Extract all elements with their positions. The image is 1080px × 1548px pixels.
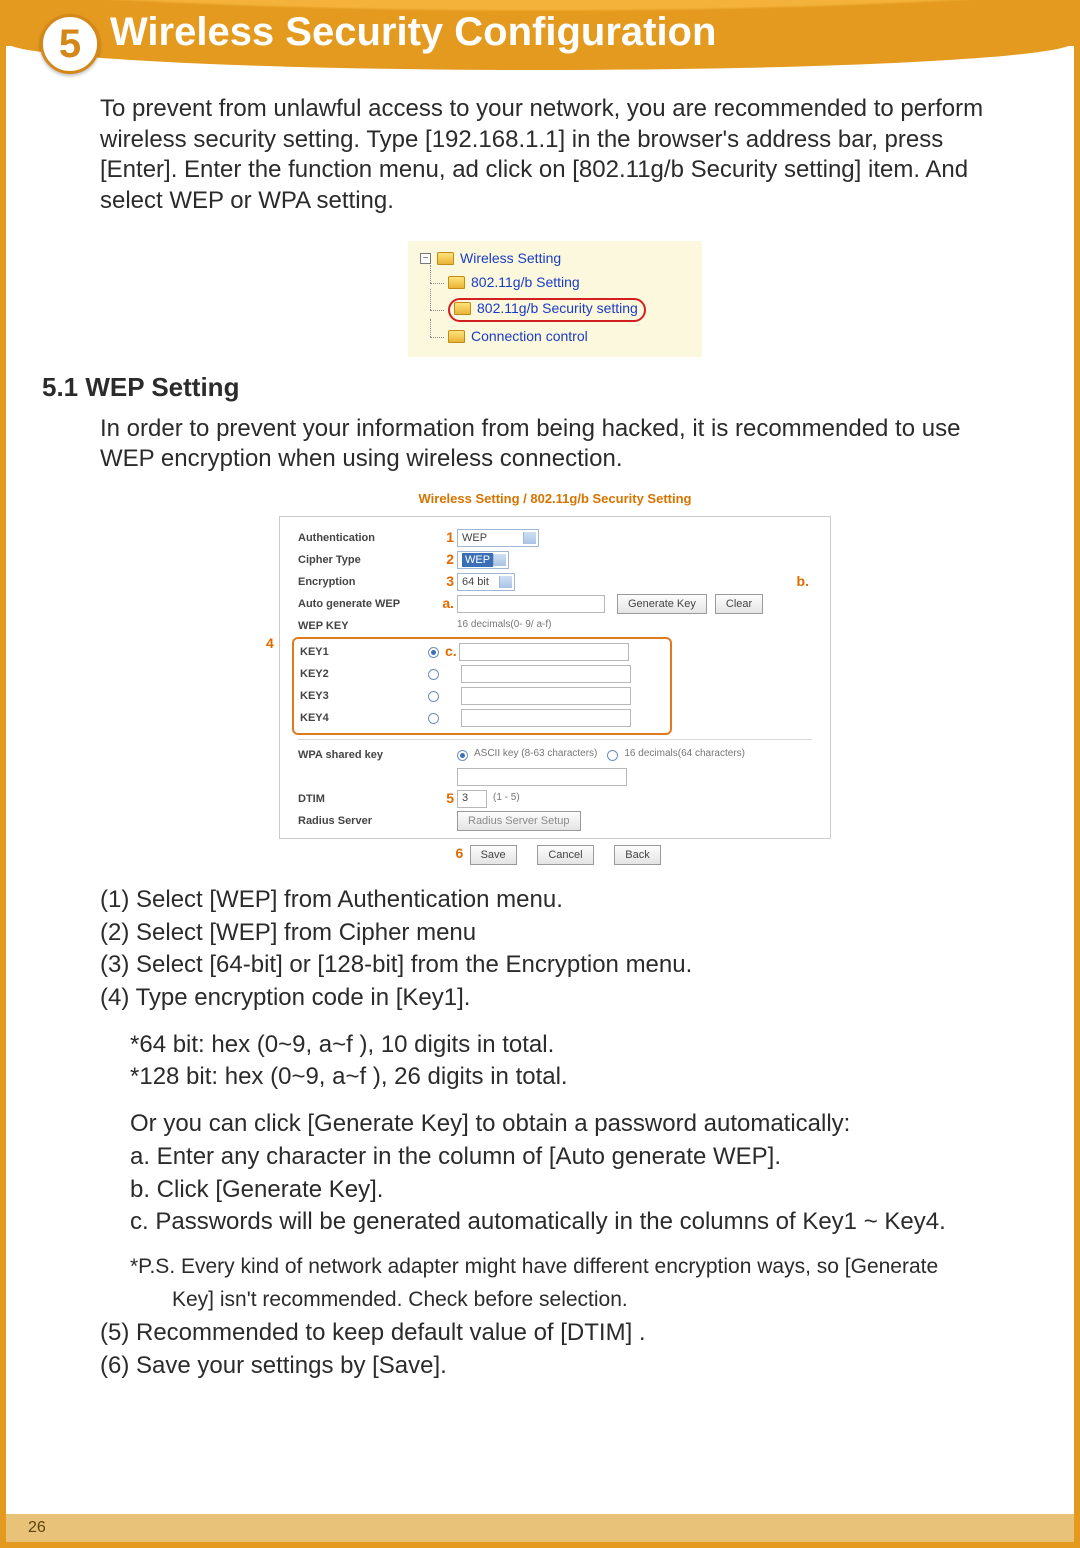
step-6: (6) Save your settings by [Save]. xyxy=(100,1351,1010,1382)
step-1: (1) Select [WEP] from Authentication men… xyxy=(100,885,1010,916)
key2-radio[interactable] xyxy=(428,669,439,680)
wpa-hex-radio[interactable] xyxy=(607,750,618,761)
callout-4: 4 xyxy=(266,635,274,653)
key3-input[interactable] xyxy=(461,687,631,705)
dtim-input[interactable]: 3 xyxy=(457,790,487,808)
callout-3: 3 xyxy=(440,573,454,591)
autogen-input[interactable] xyxy=(457,595,605,613)
dtim-range: (1 - 5) xyxy=(493,792,520,805)
label-radius: Radius Server xyxy=(298,814,440,828)
cancel-button[interactable]: Cancel xyxy=(537,845,593,865)
section-heading: 5.1 WEP Setting xyxy=(42,371,1010,404)
step-5: (5) Recommended to keep default value of… xyxy=(100,1318,1010,1349)
hint-128bit: *128 bit: hex (0~9, a~f ), 26 digits in … xyxy=(100,1062,1010,1093)
step-3: (3) Select [64-bit] or [128-bit] from th… xyxy=(100,950,1010,981)
folder-icon xyxy=(437,252,454,265)
step-2: (2) Select [WEP] from Cipher menu xyxy=(100,918,1010,949)
tree-root-label: Wireless Setting xyxy=(460,250,561,268)
ps-note: *P.S. Every kind of network adapter migh… xyxy=(130,1254,1010,1281)
cipher-select[interactable]: WEP xyxy=(457,551,509,569)
callout-2: 2 xyxy=(440,551,454,569)
radius-setup-button[interactable]: Radius Server Setup xyxy=(457,811,581,831)
label-key4: KEY4 xyxy=(300,711,428,725)
page-number: 26 xyxy=(28,1519,46,1537)
hint-64bit: *64 bit: hex (0~9, a~f ), 10 digits in t… xyxy=(100,1030,1010,1061)
autogen-b: b. Click [Generate Key]. xyxy=(100,1175,1010,1206)
label-wpa: WPA shared key xyxy=(298,748,440,762)
callout-1: 1 xyxy=(440,529,454,547)
intro-paragraph: To prevent from unlawful access to your … xyxy=(100,94,1010,217)
wep-form-figure: Wireless Setting / 802.11g/b Security Se… xyxy=(279,491,831,865)
wep-intro: In order to prevent your information fro… xyxy=(100,414,1010,475)
label-wepkey: WEP KEY xyxy=(298,619,440,633)
tree-item: Connection control xyxy=(412,325,698,349)
callout-c: c. xyxy=(445,643,457,661)
chapter-number-badge: 5 xyxy=(40,14,100,74)
tree-item: 802.11g/b Setting xyxy=(412,271,698,295)
authentication-select[interactable]: WEP xyxy=(457,529,539,547)
tree-item-highlighted: 802.11g/b Security setting xyxy=(412,295,698,325)
save-button[interactable]: Save xyxy=(470,845,517,865)
select-value: WEP xyxy=(462,553,493,567)
clear-button[interactable]: Clear xyxy=(715,594,763,614)
label-encryption: Encryption xyxy=(298,575,440,589)
label-key3: KEY3 xyxy=(300,689,428,703)
folder-icon xyxy=(454,302,471,315)
nav-tree-figure: − Wireless Setting 802.11g/b Setting 802… xyxy=(408,241,702,357)
ps-note-cont: Key] isn't recommended. Check before sel… xyxy=(100,1287,1010,1314)
callout-6: 6 xyxy=(449,845,463,863)
label-key2: KEY2 xyxy=(300,667,428,681)
autogen-intro: Or you can click [Generate Key] to obtai… xyxy=(100,1109,1010,1140)
key4-input[interactable] xyxy=(461,709,631,727)
autogen-c: c. Passwords will be generated automatic… xyxy=(100,1207,1010,1238)
key1-radio[interactable] xyxy=(428,647,439,658)
label-key1: KEY1 xyxy=(300,645,428,659)
tree-item-label: 802.11g/b Security setting xyxy=(477,300,638,318)
encryption-select[interactable]: 64 bit xyxy=(457,573,515,591)
key2-input[interactable] xyxy=(461,665,631,683)
collapse-icon: − xyxy=(420,253,431,264)
wpa-hex-label: 16 decimals(64 characters) xyxy=(624,748,745,761)
select-value: 64 bit xyxy=(462,575,489,589)
label-autogen: Auto generate WEP xyxy=(298,597,440,611)
tree-root-row: − Wireless Setting xyxy=(412,247,698,271)
tree-item-label: 802.11g/b Setting xyxy=(471,274,580,292)
folder-icon xyxy=(448,276,465,289)
key-block-highlight: KEY1 c. KEY2 KEY3 xyxy=(292,637,672,735)
chapter-banner: 5 Wireless Security Configuration xyxy=(6,0,1074,80)
key4-radio[interactable] xyxy=(428,713,439,724)
wpa-ascii-radio[interactable] xyxy=(457,750,468,761)
folder-icon xyxy=(448,330,465,343)
label-auth: Authentication xyxy=(298,531,440,545)
select-value: WEP xyxy=(462,531,487,545)
key1-input[interactable] xyxy=(459,643,629,661)
key3-radio[interactable] xyxy=(428,691,439,702)
form-breadcrumb: Wireless Setting / 802.11g/b Security Se… xyxy=(279,491,831,508)
page-footer: 26 xyxy=(6,1514,1074,1542)
callout-b: b. xyxy=(795,573,809,591)
autogen-a: a. Enter any character in the column of … xyxy=(100,1142,1010,1173)
chapter-title: Wireless Security Configuration xyxy=(110,10,716,55)
tree-item-label: Connection control xyxy=(471,328,588,346)
wpa-key-input[interactable] xyxy=(457,768,627,786)
step-4: (4) Type encryption code in [Key1]. xyxy=(100,983,1010,1014)
back-button[interactable]: Back xyxy=(614,845,660,865)
wepkey-note: 16 decimals(0- 9/ a-f) xyxy=(457,619,551,632)
callout-5: 5 xyxy=(440,790,454,808)
label-cipher: Cipher Type xyxy=(298,553,440,567)
generate-key-button[interactable]: Generate Key xyxy=(617,594,707,614)
wpa-ascii-label: ASCII key (8-63 characters) xyxy=(474,748,597,761)
callout-a: a. xyxy=(440,595,454,613)
label-dtim: DTIM xyxy=(298,792,440,806)
